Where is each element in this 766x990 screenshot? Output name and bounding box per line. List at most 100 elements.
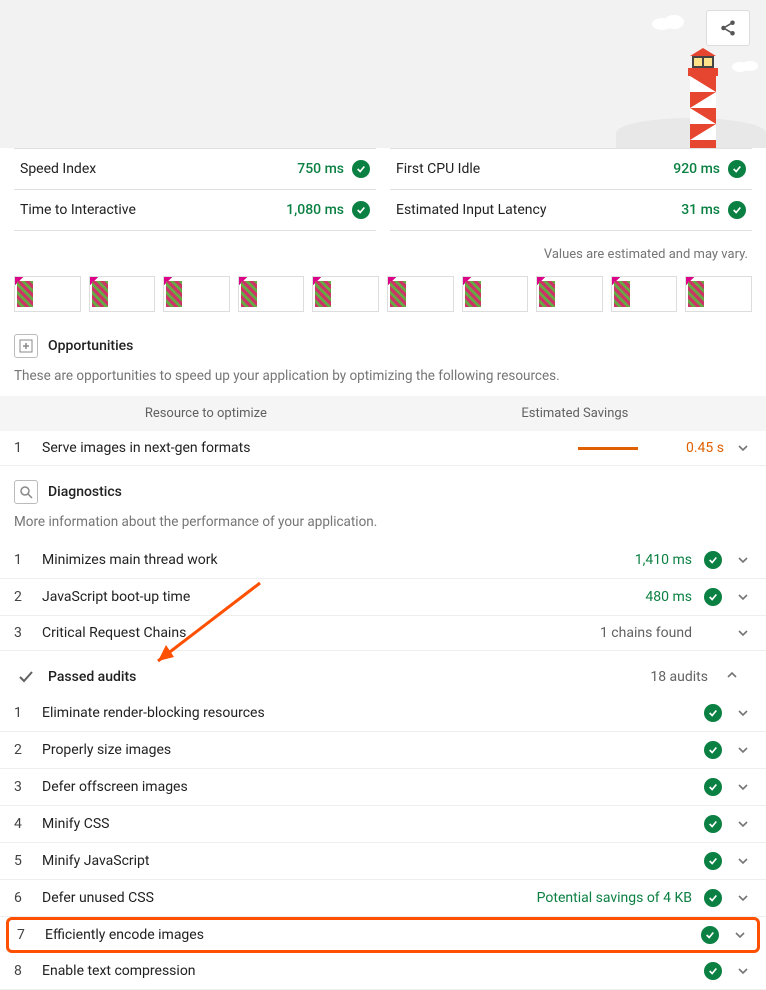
row-number: 5 [14, 853, 32, 869]
filmstrip-frame [238, 276, 305, 312]
opportunities-header: Opportunities [0, 330, 766, 364]
audit-name: Minify JavaScript [42, 853, 692, 869]
chevron-down-icon[interactable] [734, 744, 752, 756]
row-number: 6 [14, 890, 32, 906]
cloud-icon [648, 12, 686, 30]
passed-audit-row[interactable]: 4 Minify CSS [0, 806, 766, 843]
passed-audit-row[interactable]: 5 Minify JavaScript [0, 843, 766, 880]
chevron-down-icon[interactable] [734, 707, 752, 719]
diagnostic-row[interactable]: 1 Minimizes main thread work 1,410 ms [0, 542, 766, 579]
filmstrip-frame [685, 276, 752, 312]
filmstrip-frame [536, 276, 603, 312]
row-number: 4 [14, 816, 32, 832]
share-button[interactable] [706, 10, 750, 46]
passed-audits-header[interactable]: Passed audits 18 audits [0, 661, 766, 695]
pass-icon [704, 741, 722, 759]
audit-name: Efficiently encode images [45, 927, 689, 943]
diagnostic-name: Critical Request Chains [42, 625, 590, 641]
audit-name: Minify CSS [42, 816, 692, 832]
metrics-grid: Speed Index 750 ms Time to Interactive 1… [0, 148, 766, 231]
pass-icon [701, 926, 719, 944]
pass-icon [704, 889, 722, 907]
metric-first-cpu-idle: First CPU Idle 920 ms [390, 148, 752, 190]
pass-icon [352, 160, 370, 178]
hero-banner [0, 0, 766, 148]
chevron-down-icon[interactable] [734, 591, 752, 603]
pass-icon [728, 160, 746, 178]
metric-input-latency: Estimated Input Latency 31 ms [390, 190, 752, 231]
chevron-down-icon[interactable] [734, 818, 752, 830]
filmstrip-frame [462, 276, 529, 312]
row-number: 3 [14, 625, 32, 641]
chevron-down-icon[interactable] [734, 554, 752, 566]
row-number: 2 [14, 589, 32, 605]
metric-value: 31 ms [681, 202, 720, 218]
filmstrip-frame [387, 276, 454, 312]
opportunities-table-head: Resource to optimize Estimated Savings [0, 396, 766, 431]
audit-name: Properly size images [42, 742, 692, 758]
row-number: 2 [14, 742, 32, 758]
pass-icon [728, 201, 746, 219]
col-resource: Resource to optimize [14, 406, 398, 421]
metric-value: 1,080 ms [286, 202, 344, 218]
passed-audit-row[interactable]: 1Eliminate render-blocking resources [0, 695, 766, 732]
chevron-down-icon[interactable] [734, 965, 752, 977]
row-number: 8 [14, 963, 32, 979]
cloud-icon [730, 58, 760, 72]
chevron-down-icon[interactable] [734, 781, 752, 793]
savings-bar [578, 447, 638, 450]
diagnostic-value: 480 ms [622, 589, 692, 605]
diagnostics-header: Diagnostics [0, 476, 766, 510]
pass-icon [704, 815, 722, 833]
check-icon [14, 665, 38, 689]
pass-icon [704, 588, 722, 606]
row-number: 1 [14, 440, 32, 456]
metric-label: Time to Interactive [20, 202, 136, 218]
col-savings: Estimated Savings [398, 406, 752, 421]
audit-name: Eliminate render-blocking resources [42, 705, 692, 721]
metric-value: 920 ms [673, 161, 720, 177]
filmstrip [0, 272, 766, 330]
audit-name: Defer unused CSS [42, 890, 527, 906]
metric-label: Estimated Input Latency [396, 202, 546, 218]
chevron-down-icon[interactable] [731, 929, 749, 941]
savings-value: 0.45 s [654, 440, 724, 456]
passed-audit-row[interactable]: 2 Properly size images [0, 732, 766, 769]
chevron-down-icon[interactable] [734, 627, 752, 639]
share-icon [719, 19, 737, 37]
pass-icon [704, 704, 722, 722]
values-estimated-note: Values are estimated and may vary. [0, 231, 766, 272]
passed-count: 18 audits [650, 669, 716, 685]
chevron-down-icon[interactable] [734, 442, 752, 454]
chevron-down-icon[interactable] [734, 855, 752, 867]
opportunity-row[interactable]: 1 Serve images in next-gen formats 0.45 … [0, 431, 766, 466]
metric-speed-index: Speed Index 750 ms [14, 148, 376, 190]
passed-audit-row[interactable]: 8Enable text compression [0, 953, 766, 990]
lighthouse-icon [680, 48, 726, 148]
diagnostic-value: 1,410 ms [622, 552, 692, 568]
section-title: Passed audits [48, 669, 136, 685]
audit-name: Defer offscreen images [42, 779, 692, 795]
diagnostic-name: Minimizes main thread work [42, 552, 612, 568]
chevron-up-icon[interactable] [726, 669, 752, 685]
passed-audit-row[interactable]: 6Defer unused CSSPotential savings of 4 … [0, 880, 766, 917]
passed-audit-row[interactable]: 3Defer offscreen images [0, 769, 766, 806]
filmstrip-frame [89, 276, 156, 312]
section-title: Diagnostics [48, 484, 122, 500]
row-number: 1 [14, 552, 32, 568]
opportunities-icon [14, 334, 38, 358]
filmstrip-frame [611, 276, 678, 312]
chevron-down-icon[interactable] [734, 892, 752, 904]
metric-label: Speed Index [20, 161, 96, 177]
filmstrip-frame [312, 276, 379, 312]
opportunity-name: Serve images in next-gen formats [42, 440, 568, 456]
metric-tti: Time to Interactive 1,080 ms [14, 190, 376, 231]
diagnostic-row[interactable]: 2 JavaScript boot-up time 480 ms [0, 579, 766, 616]
pass-icon [704, 962, 722, 980]
passed-audit-row[interactable]: 7 Efficiently encode images [6, 917, 760, 953]
row-number: 7 [17, 927, 35, 943]
filmstrip-frame [163, 276, 230, 312]
diagnostic-row[interactable]: 3 Critical Request Chains 1 chains found [0, 616, 766, 651]
pass-icon [704, 852, 722, 870]
metric-label: First CPU Idle [396, 161, 480, 177]
